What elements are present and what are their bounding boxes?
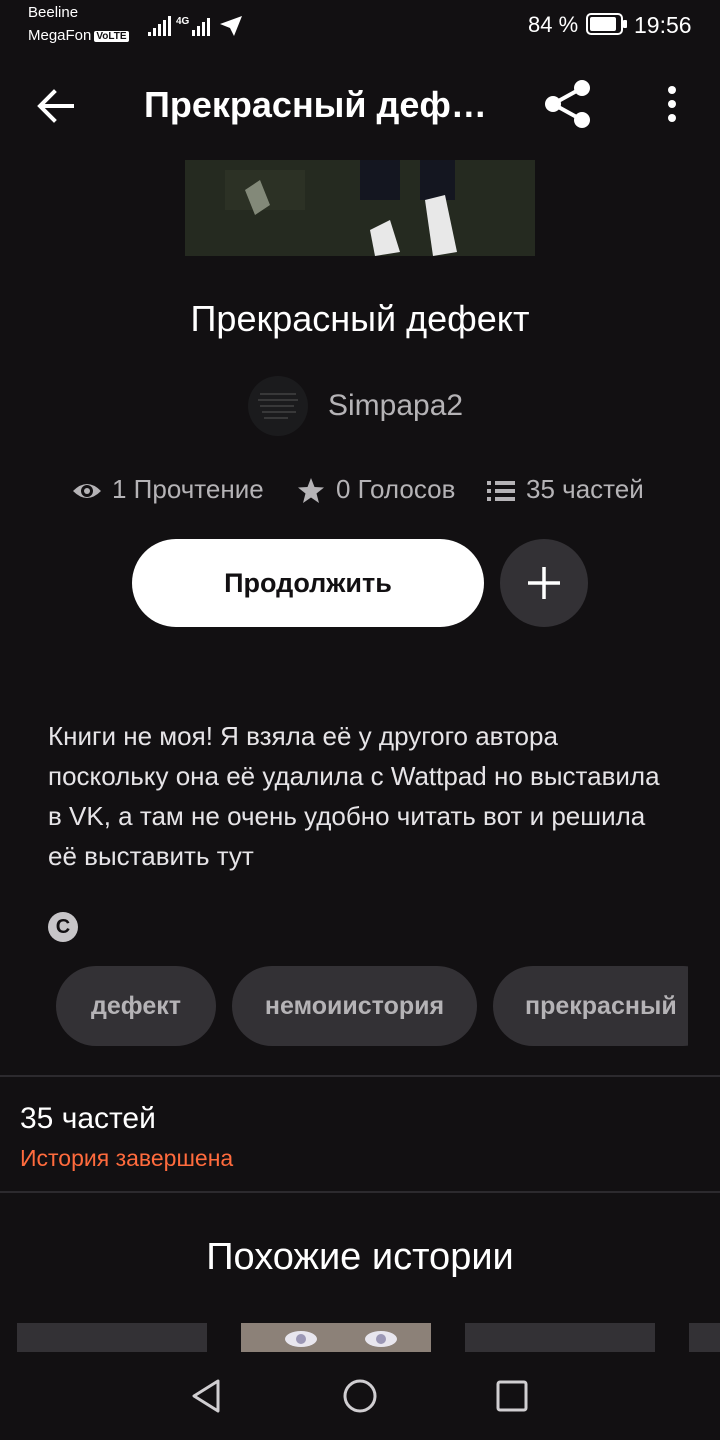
continue-reading-button[interactable]: Продолжить [132, 539, 484, 627]
continue-label: Продолжить [224, 567, 392, 598]
tag-chip[interactable]: прекрасный [493, 966, 688, 1046]
tag-chip[interactable]: немоиистория [232, 966, 477, 1046]
avatar-image [258, 393, 298, 419]
tag-chip[interactable]: дефект [56, 966, 216, 1046]
battery-percentage: 84 % [528, 12, 579, 37]
carrier-2: MegaFon VoLTE [28, 27, 129, 44]
story-title: Прекрасный дефект [190, 298, 530, 339]
similar-story-cover[interactable] [465, 1323, 655, 1353]
network-type: 4G [176, 16, 190, 27]
similar-stories-heading: Похожие истории [206, 1236, 514, 1278]
list-icon [487, 481, 515, 501]
tag-label: прекрасный [525, 991, 677, 1020]
similar-story-cover[interactable] [241, 1323, 431, 1353]
system-navigation-bar [0, 1352, 720, 1440]
tag-label: дефект [91, 991, 181, 1020]
story-status: История завершена [20, 1145, 234, 1171]
app-bar-title: Прекрасный деф… [144, 84, 487, 125]
author-name[interactable]: Simpapa2 [328, 389, 463, 423]
back-arrow-icon[interactable] [36, 86, 76, 126]
telegram-icon [220, 16, 242, 36]
tag-list: дефект немоиистория прекрасный [0, 966, 688, 1048]
cover-image[interactable] [185, 160, 535, 256]
share-icon[interactable] [542, 78, 594, 130]
clock: 19:56 [634, 12, 692, 38]
nav-recents-icon[interactable] [496, 1380, 528, 1412]
nav-back-icon[interactable] [190, 1378, 224, 1414]
volte-badge: VoLTE [94, 30, 129, 42]
similar-story-cover[interactable] [689, 1323, 720, 1353]
cover-artwork [185, 160, 535, 256]
star-icon [298, 478, 324, 503]
signal-icons: 4G [148, 16, 242, 36]
more-vert-icon[interactable] [660, 84, 684, 124]
parts-heading[interactable]: 35 частей [20, 1102, 156, 1136]
nav-home-icon[interactable] [342, 1378, 378, 1414]
status-bar: Beeline MegaFon VoLTE 4G 84 % 19:56 [0, 0, 720, 50]
tag-label: немоиистория [264, 991, 445, 1020]
divider [0, 1075, 720, 1077]
add-to-library-button[interactable] [500, 539, 588, 627]
divider [0, 1191, 720, 1193]
story-description: Книги не моя! Я взяла её у другого автор… [48, 721, 660, 871]
battery-icon [586, 13, 627, 35]
copyright-symbol: C [55, 915, 71, 938]
reads-count: 1 Прочтение [112, 474, 264, 504]
carrier-2-label: MegaFon [28, 27, 92, 44]
carrier-1: Beeline [28, 4, 79, 21]
similar-story-cover[interactable] [17, 1323, 207, 1353]
votes-count: 0 Голосов [336, 474, 456, 504]
eye-icon [73, 484, 101, 498]
plus-icon [528, 567, 560, 599]
copyright-icon[interactable]: C [48, 912, 78, 942]
author-avatar[interactable] [248, 376, 308, 436]
cover-artwork [241, 1323, 431, 1353]
parts-count: 35 частей [526, 474, 644, 504]
